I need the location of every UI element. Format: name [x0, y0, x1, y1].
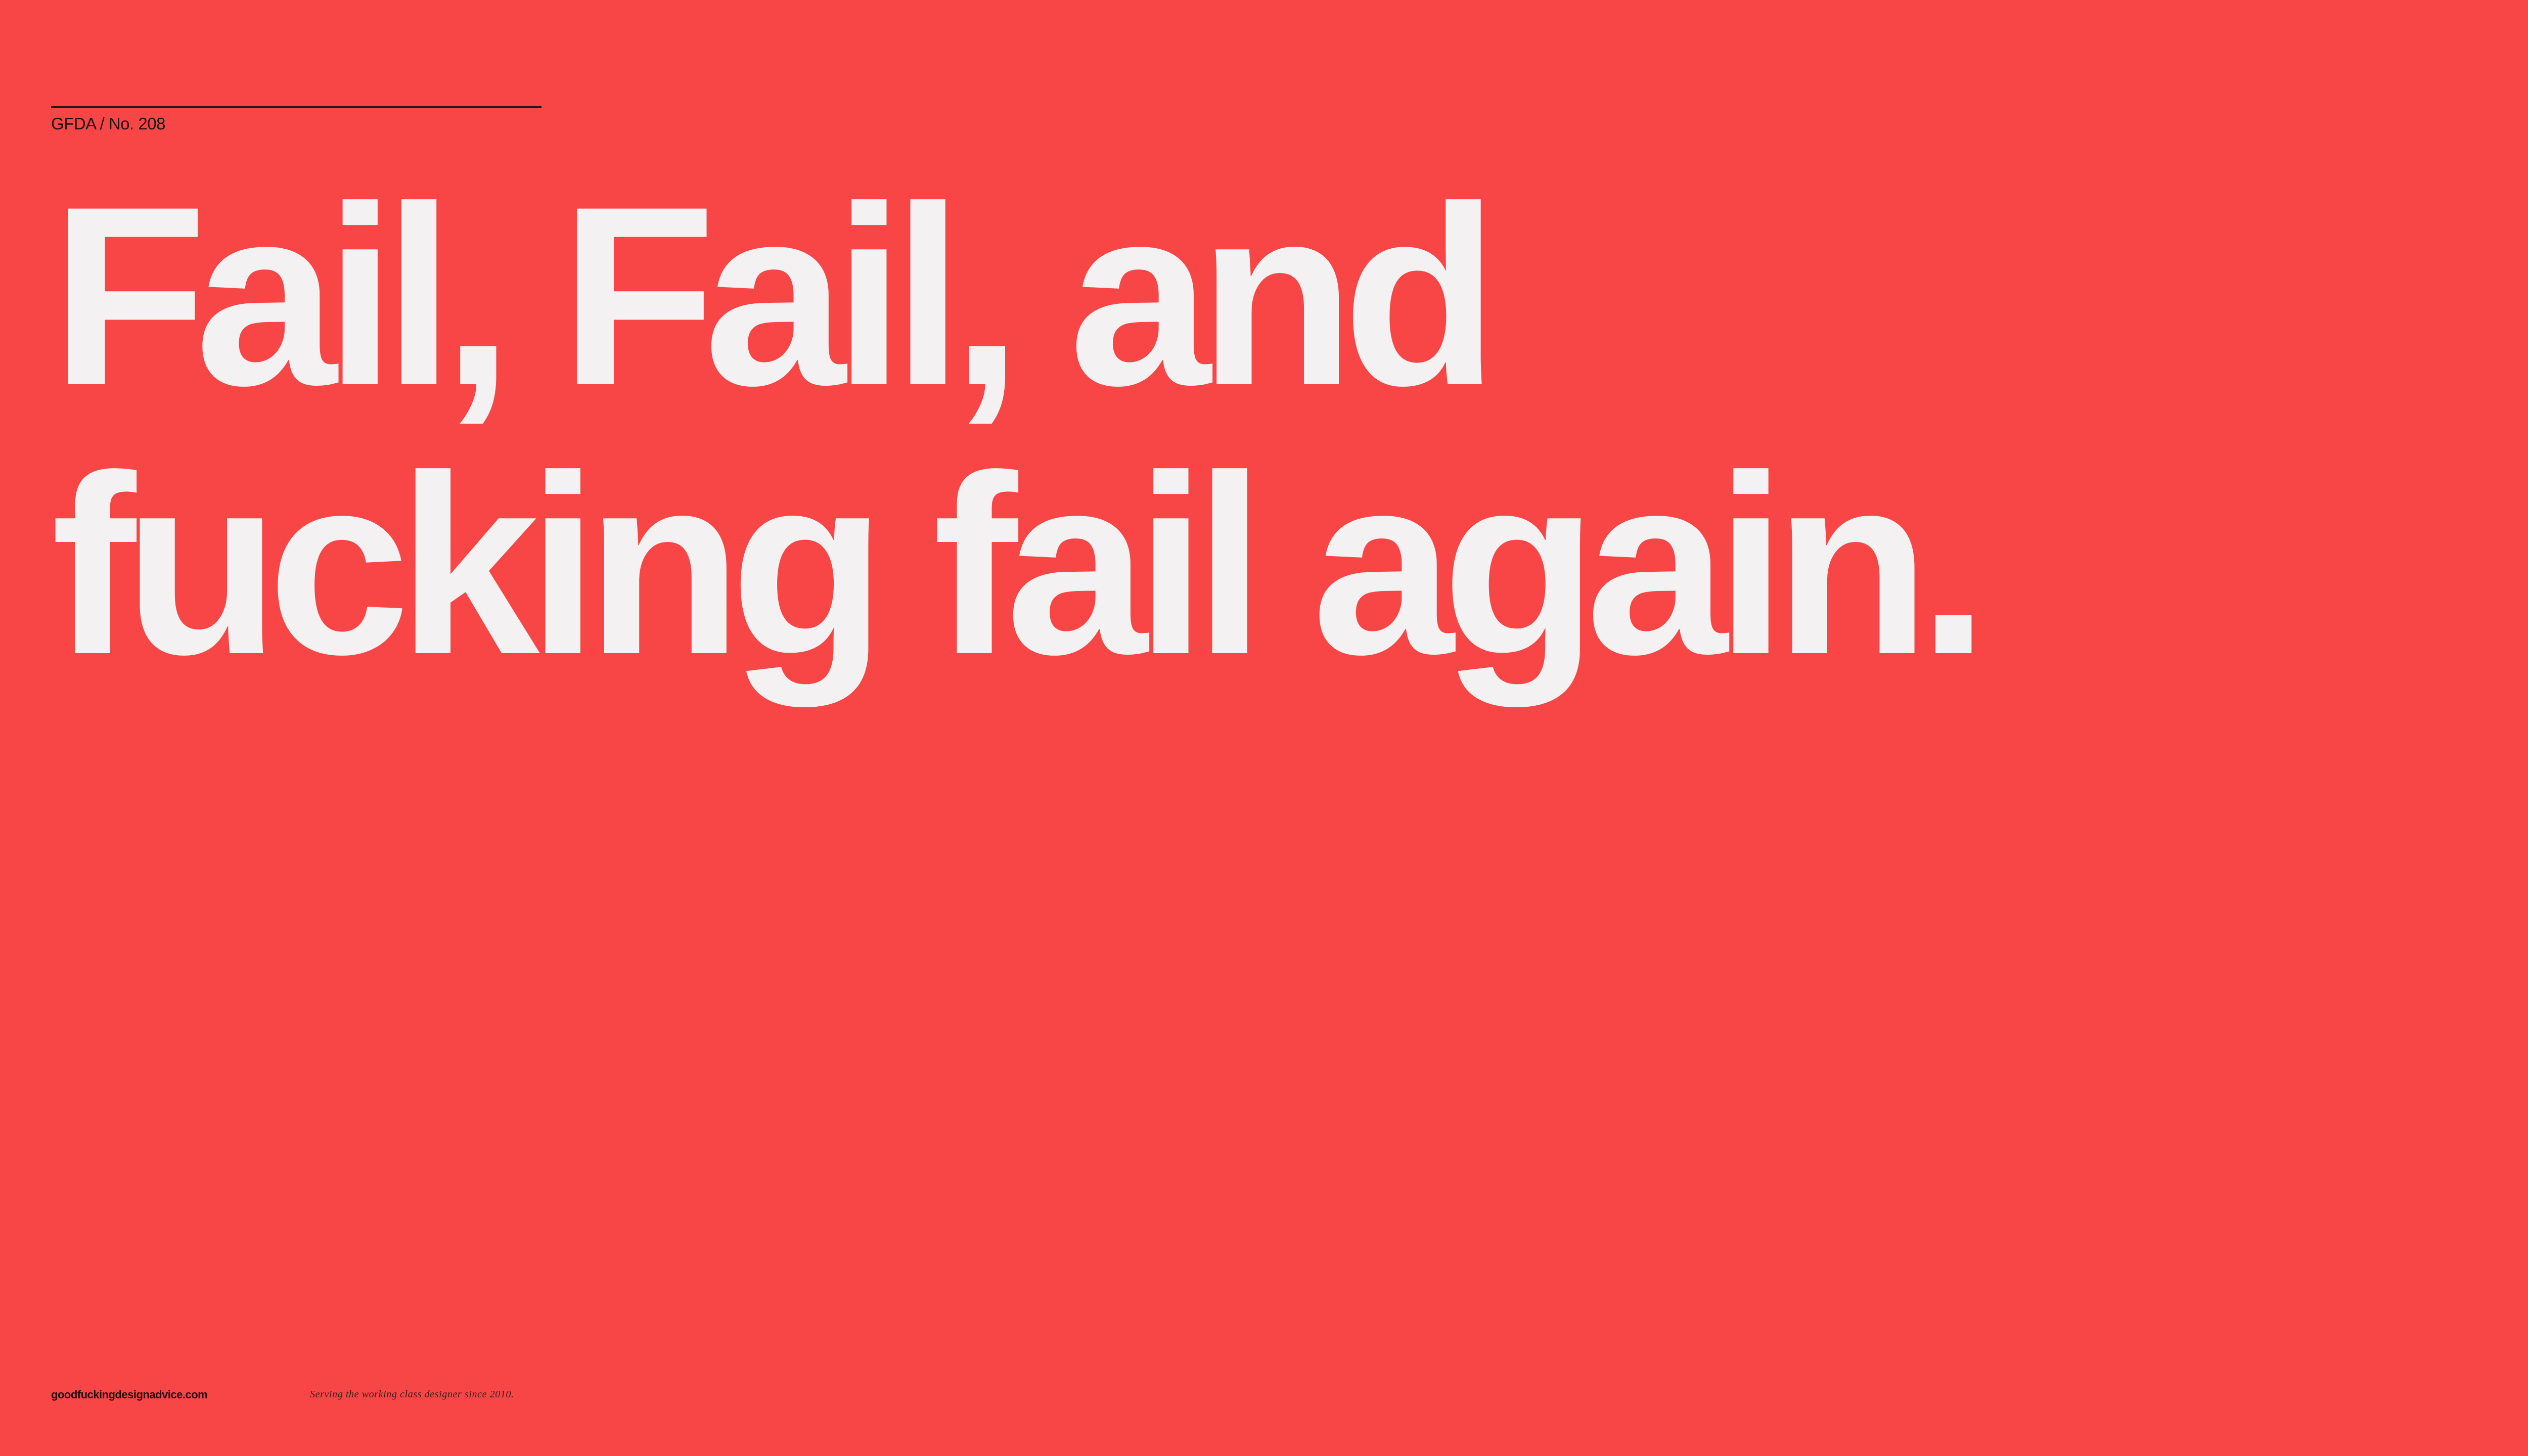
headline-line-2: fucking fail again.: [51, 423, 1989, 708]
footer-tagline: Serving the working class designer since…: [310, 1389, 514, 1400]
header-divider: [51, 106, 541, 108]
issue-label: GFDA / No. 208: [51, 114, 165, 133]
site-link[interactable]: goodfuckingdesignadvice.com: [51, 1388, 208, 1401]
headline-line-1: Fail, Fail, and: [51, 154, 1499, 439]
advice-headline: Fail, Fail, and fucking fail again.: [51, 162, 2528, 700]
